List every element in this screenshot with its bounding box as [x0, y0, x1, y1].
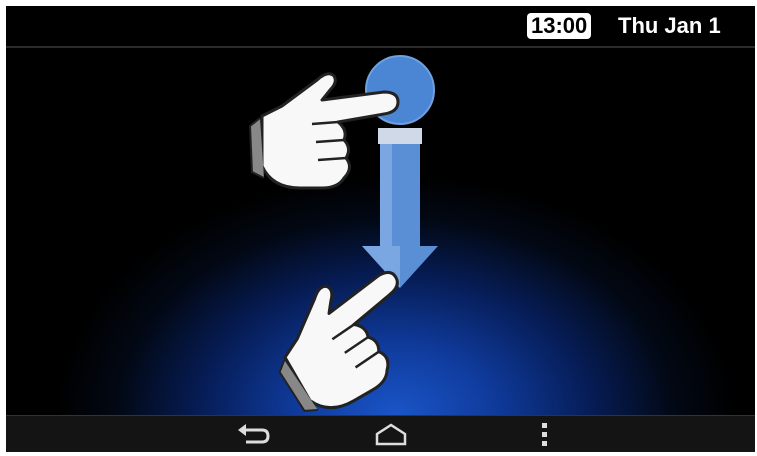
gesture-tutorial-area	[6, 48, 755, 415]
status-clock: 13:00	[527, 13, 592, 39]
back-icon	[238, 424, 270, 444]
menu-icon	[542, 423, 547, 446]
home-button[interactable]	[371, 420, 411, 450]
status-bar: 13:00 Thu Jan 1	[6, 6, 755, 48]
drag-gesture-illustration	[248, 55, 438, 412]
back-button[interactable]	[234, 420, 274, 450]
menu-button[interactable]	[524, 420, 564, 450]
home-icon	[375, 423, 407, 446]
navigation-bar	[6, 415, 755, 452]
device-screen: 13:00 Thu Jan 1	[6, 6, 755, 452]
status-date: Thu Jan 1	[618, 13, 721, 38]
hand-pointer-icon-lower	[278, 270, 399, 412]
arrow-down-icon	[362, 128, 438, 288]
